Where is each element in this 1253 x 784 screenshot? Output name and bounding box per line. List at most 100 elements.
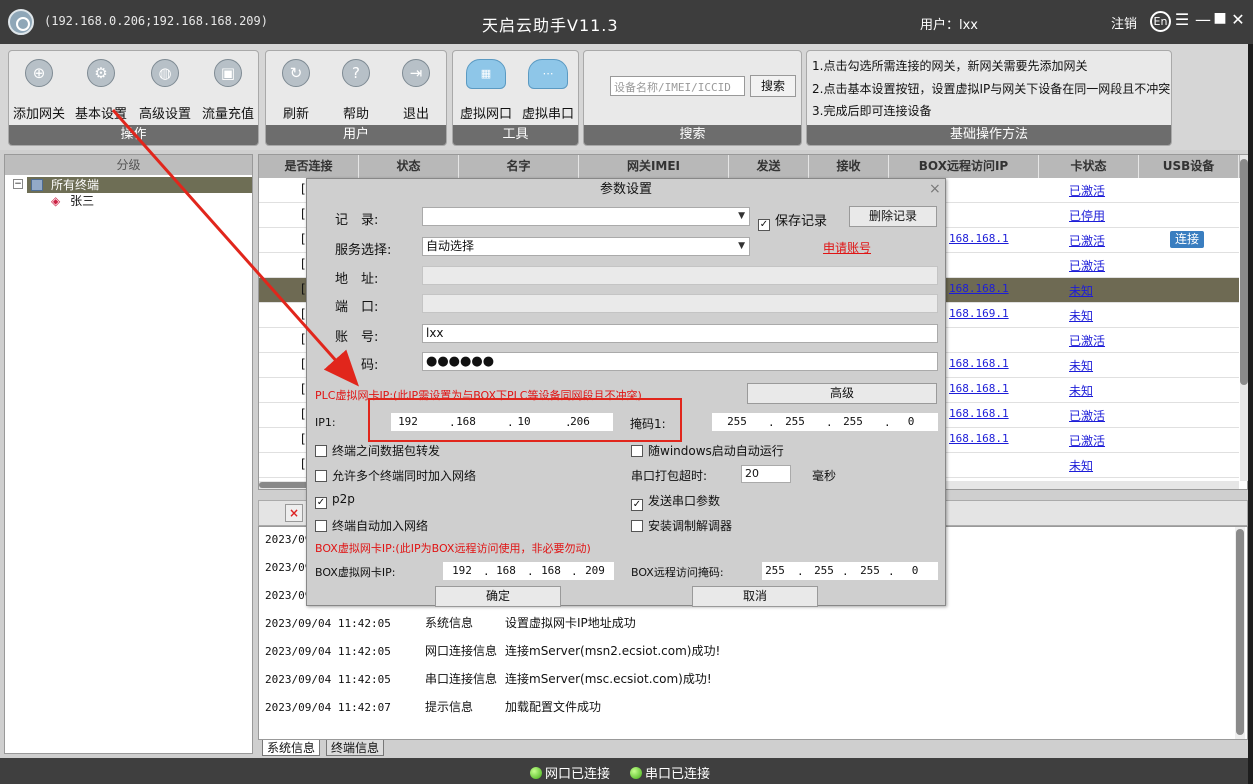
card-status-link[interactable]: 未知 bbox=[1069, 282, 1093, 299]
p2p-checkbox[interactable]: ✓ p2p bbox=[315, 492, 355, 509]
record-select[interactable] bbox=[422, 207, 750, 226]
connect-checkbox[interactable]: [ bbox=[301, 357, 306, 371]
column-header[interactable]: 是否连接 bbox=[259, 155, 359, 178]
connect-checkbox[interactable]: [ bbox=[301, 282, 306, 296]
box-ip-field[interactable]: 192. 168. 168. 209 bbox=[443, 562, 614, 580]
mask1-field[interactable]: 255. 255. 255. 0 bbox=[712, 413, 938, 431]
column-header[interactable]: 接收 bbox=[809, 155, 889, 178]
column-header[interactable]: BOX远程访问IP bbox=[889, 155, 1039, 178]
column-header[interactable]: USB设备 bbox=[1139, 155, 1239, 178]
logout-button[interactable]: 注销 bbox=[1111, 13, 1137, 32]
card-status-link[interactable]: 已激活 bbox=[1069, 182, 1105, 199]
scroll-thumb[interactable] bbox=[1240, 159, 1248, 385]
log-time: 2023/09/04 11:42:05 bbox=[265, 645, 391, 658]
search-input[interactable]: 设备名称/IMEI/ICCID bbox=[610, 76, 745, 96]
tree-collapse-toggle[interactable]: − bbox=[13, 179, 23, 189]
box-remote-ip-link[interactable]: 168.168.1 bbox=[949, 382, 1009, 395]
password-field[interactable]: ●●●●●● bbox=[422, 352, 938, 371]
box-remote-ip-link[interactable]: 168.168.1 bbox=[949, 407, 1009, 420]
autostart-checkbox[interactable]: 随windows启动自动运行 bbox=[631, 442, 784, 459]
card-status-link[interactable]: 未知 bbox=[1069, 457, 1093, 474]
apply-account-link[interactable]: 申请账号 bbox=[823, 239, 871, 256]
forward-packets-checkbox[interactable]: 终端之间数据包转发 bbox=[315, 442, 440, 459]
menu-icon[interactable]: ☰ bbox=[1174, 10, 1190, 32]
allow-multi-terminal-checkbox[interactable]: 允许多个终端同时加入网络 bbox=[315, 467, 476, 484]
box-ip-note: BOX虚拟网卡IP:(此IP为BOX远程访问使用，非必要勿动) bbox=[315, 542, 591, 555]
connect-checkbox[interactable]: [ bbox=[301, 407, 306, 421]
delete-record-button[interactable]: 删除记录 bbox=[849, 206, 937, 227]
folder-icon bbox=[31, 179, 43, 191]
column-header[interactable]: 名字 bbox=[459, 155, 579, 178]
install-modem-checkbox[interactable]: 安装调制解调器 bbox=[631, 517, 732, 534]
ip1-label: IP1: bbox=[315, 416, 336, 429]
refresh-button[interactable]: ↻ 刷新 bbox=[268, 59, 324, 122]
advanced-settings-button[interactable]: ◍ 高级设置 bbox=[137, 59, 193, 122]
ok-button[interactable]: 确定 bbox=[435, 586, 561, 607]
add-gateway-button[interactable]: ⊕ 添加网关 bbox=[11, 59, 67, 122]
vertical-scrollbar[interactable] bbox=[1235, 527, 1245, 739]
scroll-thumb[interactable] bbox=[1236, 529, 1244, 735]
close-icon[interactable]: × bbox=[929, 181, 941, 197]
column-header[interactable]: 状态 bbox=[359, 155, 459, 178]
language-toggle-icon[interactable]: En bbox=[1150, 11, 1171, 32]
card-status-link[interactable]: 已激活 bbox=[1069, 432, 1105, 449]
minimize-icon[interactable]: — bbox=[1195, 10, 1211, 32]
tools-group-label: 工具 bbox=[453, 125, 578, 145]
advanced-button[interactable]: 高级 bbox=[747, 383, 937, 404]
account-field[interactable]: lxx bbox=[422, 324, 938, 343]
usb-connect-button[interactable]: 连接 bbox=[1170, 231, 1204, 248]
card-status-link[interactable]: 未知 bbox=[1069, 357, 1093, 374]
log-time: 2023/09/04 11:42:05 bbox=[265, 673, 391, 686]
serial-timeout-field[interactable]: 20 bbox=[741, 465, 791, 483]
help-step-1: 1.点击勾选所需连接的网关，新网关需要先添加网关 bbox=[812, 59, 1088, 73]
connect-checkbox[interactable]: [ bbox=[301, 432, 306, 446]
card-status-link[interactable]: 未知 bbox=[1069, 382, 1093, 399]
box-remote-ip-link[interactable]: 168.168.1 bbox=[949, 432, 1009, 445]
card-status-link[interactable]: 已激活 bbox=[1069, 407, 1105, 424]
service-select[interactable]: 自动选择 bbox=[422, 237, 750, 256]
address-field[interactable] bbox=[422, 266, 938, 285]
connect-checkbox[interactable]: [ bbox=[301, 207, 306, 221]
clear-log-icon[interactable]: × bbox=[285, 504, 303, 522]
port-field[interactable] bbox=[422, 294, 938, 313]
column-header[interactable]: 卡状态 bbox=[1039, 155, 1139, 178]
tab-terminal-info[interactable]: 终端信息 bbox=[326, 740, 385, 756]
card-status-link[interactable]: 已激活 bbox=[1069, 332, 1105, 349]
connect-checkbox[interactable]: [ bbox=[301, 307, 306, 321]
tree-item-all-terminals[interactable]: 所有终端 bbox=[27, 177, 252, 193]
search-button[interactable]: 搜索 bbox=[750, 75, 796, 97]
connect-checkbox[interactable]: [ bbox=[301, 382, 306, 396]
connect-checkbox[interactable]: [ bbox=[301, 332, 306, 346]
connect-checkbox[interactable]: [ bbox=[301, 257, 306, 271]
box-remote-ip-link[interactable]: 168.168.1 bbox=[949, 232, 1009, 245]
column-header[interactable]: 发送 bbox=[729, 155, 809, 178]
column-header[interactable]: 网关IMEI bbox=[579, 155, 729, 178]
card-status-link[interactable]: 未知 bbox=[1069, 307, 1093, 324]
tab-system-info[interactable]: 系统信息 bbox=[262, 740, 321, 756]
send-serial-params-checkbox[interactable]: ✓ 发送串口参数 bbox=[631, 492, 720, 511]
maximize-icon[interactable]: ■ bbox=[1212, 10, 1228, 32]
connect-checkbox[interactable]: [ bbox=[301, 182, 306, 196]
box-mask-field[interactable]: 255. 255. 255. 0 bbox=[762, 562, 938, 580]
virtual-net-button[interactable]: ▦ 虚拟网口 bbox=[454, 59, 518, 133]
card-status-link[interactable]: 已激活 bbox=[1069, 232, 1105, 249]
traffic-recharge-button[interactable]: ▣ 流量充值 bbox=[200, 59, 256, 122]
exit-button[interactable]: ⇥ 退出 bbox=[388, 59, 444, 122]
cancel-button[interactable]: 取消 bbox=[692, 586, 818, 607]
connect-checkbox[interactable]: [ bbox=[301, 457, 306, 471]
close-icon[interactable]: ✕ bbox=[1230, 10, 1246, 32]
basic-settings-button[interactable]: ⚙ 基本设置 bbox=[73, 59, 129, 122]
connect-checkbox[interactable]: [ bbox=[301, 232, 306, 246]
tree-item-zhangsan[interactable]: ◈ 张三 bbox=[51, 193, 94, 209]
card-status-link[interactable]: 已激活 bbox=[1069, 257, 1105, 274]
card-status-link[interactable]: 已停用 bbox=[1069, 207, 1105, 224]
virtual-serial-button[interactable]: ⋯ 虚拟串口 bbox=[517, 59, 578, 122]
help-button[interactable]: ? 帮助 bbox=[328, 59, 384, 122]
current-user: 用户：lxx bbox=[920, 18, 978, 33]
box-remote-ip-link[interactable]: 168.169.1 bbox=[949, 307, 1009, 320]
save-record-checkbox[interactable]: ✓ 保存记录 bbox=[758, 210, 827, 231]
vertical-scrollbar[interactable] bbox=[1240, 155, 1248, 481]
auto-join-checkbox[interactable]: 终端自动加入网络 bbox=[315, 517, 428, 534]
box-remote-ip-link[interactable]: 168.168.1 bbox=[949, 357, 1009, 370]
box-remote-ip-link[interactable]: 168.168.1 bbox=[949, 282, 1009, 295]
